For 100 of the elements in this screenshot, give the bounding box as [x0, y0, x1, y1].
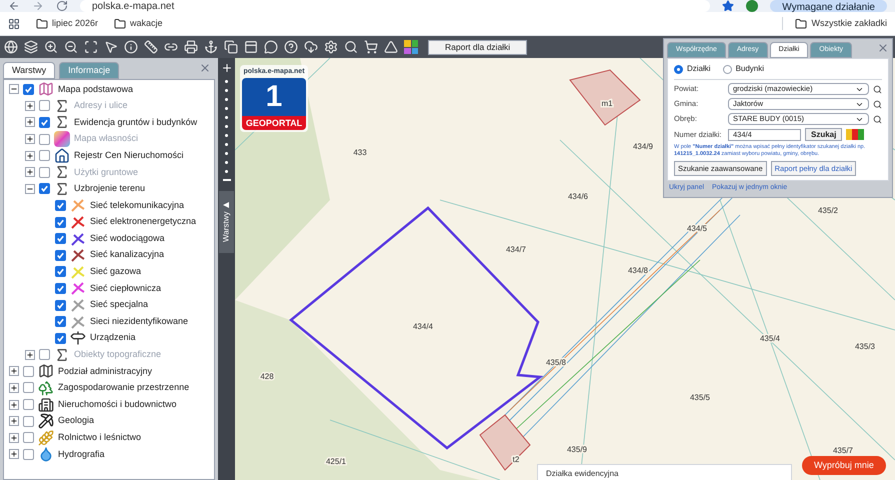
- radio-button[interactable]: [722, 64, 732, 74]
- collapse-toggle[interactable]: [25, 184, 35, 194]
- radio-label[interactable]: Budynki: [736, 63, 764, 75]
- search-icon[interactable]: [873, 114, 882, 124]
- layer-label[interactable]: Hydrografia: [58, 448, 105, 462]
- bookmark-link[interactable]: wakacje: [114, 16, 163, 30]
- layout-icon[interactable]: [244, 40, 258, 54]
- layer-label[interactable]: Sieć telekomunikacyjna: [90, 198, 184, 212]
- layer-label[interactable]: Podział administracyjny: [58, 364, 152, 378]
- layer-label[interactable]: Sieć gazowa: [90, 265, 142, 279]
- layer-checkbox[interactable]: [55, 200, 66, 211]
- expand-toggle[interactable]: [9, 416, 19, 426]
- full-extent-icon[interactable]: [84, 40, 98, 54]
- anchor-icon[interactable]: [204, 40, 218, 54]
- profile-avatar[interactable]: [746, 0, 758, 12]
- settings-icon[interactable]: [324, 40, 338, 54]
- cloud-download-icon[interactable]: [304, 40, 318, 54]
- expand-toggle[interactable]: [9, 366, 19, 376]
- action-button[interactable]: Wymagane działanie: [770, 0, 887, 12]
- color-swatch[interactable]: [858, 129, 864, 140]
- layer-label[interactable]: Rejestr Cen Nieruchomości: [74, 148, 184, 162]
- layer-label[interactable]: Sieć kanalizacyjna: [90, 248, 164, 262]
- ruler-icon[interactable]: [144, 40, 158, 54]
- layer-checkbox[interactable]: [39, 183, 50, 194]
- layer-label[interactable]: Geologia: [58, 414, 94, 428]
- expand-toggle[interactable]: [25, 117, 35, 128]
- layer-checkbox[interactable]: [23, 84, 34, 95]
- color-grid-icon[interactable]: [404, 40, 418, 54]
- layer-checkbox[interactable]: [55, 266, 66, 278]
- layer-checkbox[interactable]: [39, 150, 50, 162]
- speech-bubble-icon[interactable]: [264, 40, 278, 54]
- layer-checkbox[interactable]: [55, 300, 66, 311]
- expand-toggle[interactable]: [25, 150, 35, 161]
- copy-icon[interactable]: [224, 40, 238, 54]
- layer-checkbox[interactable]: [55, 316, 66, 328]
- layer-label[interactable]: Sieć elektronenergetyczna: [90, 215, 196, 229]
- close-icon[interactable]: [877, 42, 889, 54]
- expand-toggle[interactable]: [9, 382, 19, 393]
- layers-icon[interactable]: [24, 40, 38, 54]
- layer-checkbox[interactable]: [55, 282, 66, 294]
- layer-checkbox[interactable]: [39, 116, 50, 128]
- layer-checkbox[interactable]: [55, 332, 66, 344]
- layer-label[interactable]: Sieć ciepłownicza: [90, 282, 162, 296]
- color-swatch[interactable]: [852, 129, 858, 140]
- address-field[interactable]: polska.e-mapa.net: [80, 0, 710, 12]
- zoom-in-icon[interactable]: [44, 40, 58, 54]
- search-button[interactable]: Szukaj: [805, 128, 842, 141]
- report-button[interactable]: Raport dla działki: [428, 40, 528, 54]
- help-icon[interactable]: [284, 40, 298, 54]
- layer-checkbox[interactable]: [23, 382, 34, 394]
- layer-label[interactable]: Zagospodarowanie przestrzenne: [58, 381, 190, 395]
- pointer-icon[interactable]: [104, 40, 118, 54]
- panel-tab[interactable]: Warstwy: [3, 62, 56, 79]
- layer-label[interactable]: Uzbrojenie terenu: [74, 182, 146, 196]
- print-icon[interactable]: [184, 40, 198, 54]
- bookmark-link[interactable]: lipiec 2026r: [36, 16, 98, 30]
- layer-checkbox[interactable]: [23, 432, 34, 444]
- layer-checkbox[interactable]: [55, 250, 66, 261]
- layer-checkbox[interactable]: [23, 366, 34, 377]
- radio-button[interactable]: [674, 64, 683, 74]
- layer-checkbox[interactable]: [23, 416, 34, 427]
- layer-label[interactable]: Nieruchomości i budownictwo: [58, 398, 177, 412]
- globe-icon[interactable]: [4, 40, 18, 54]
- zoom-plus-icon[interactable]: [220, 62, 232, 74]
- apps-icon[interactable]: [8, 18, 20, 30]
- layer-label[interactable]: Sieci niezidentyfikowane: [90, 314, 188, 328]
- color-swatch[interactable]: [846, 129, 852, 140]
- reload-icon[interactable]: [56, 0, 68, 12]
- layer-label[interactable]: Rolnictwo i leśnictwo: [58, 431, 142, 445]
- all-bookmarks-link[interactable]: Wszystkie zakładki: [782, 16, 887, 30]
- layer-checkbox[interactable]: [23, 448, 34, 460]
- layer-label[interactable]: Sieć specjalna: [90, 298, 148, 312]
- layer-label[interactable]: Ewidencja gruntów i budynków: [74, 116, 198, 130]
- info-icon[interactable]: [124, 40, 138, 54]
- cart-icon[interactable]: [364, 40, 378, 54]
- radio-label[interactable]: Działki: [687, 63, 711, 75]
- layer-label[interactable]: Mapa podstawowa: [58, 82, 134, 96]
- parcel-number: 435/4: [760, 334, 780, 343]
- layer-checkbox[interactable]: [23, 399, 34, 410]
- layer-checkbox[interactable]: [55, 216, 66, 228]
- search-icon[interactable]: [344, 40, 358, 54]
- expand-toggle[interactable]: [9, 400, 19, 410]
- layer-label[interactable]: Sieć wodociągowa: [90, 232, 165, 246]
- triangle-icon[interactable]: [384, 40, 398, 54]
- side-tab[interactable]: Warstwy: [219, 191, 234, 253]
- star-icon[interactable]: [722, 0, 734, 12]
- try-button[interactable]: Wypróbuj mnie: [802, 456, 886, 475]
- collapse-toggle[interactable]: [9, 84, 19, 94]
- zoom-minus-icon[interactable]: [222, 179, 230, 181]
- plus-icon: [26, 135, 34, 144]
- search-icon[interactable]: [873, 84, 882, 94]
- expand-toggle[interactable]: [9, 449, 19, 460]
- expand-toggle[interactable]: [9, 432, 19, 443]
- back-icon[interactable]: [8, 0, 20, 12]
- layer-checkbox[interactable]: [55, 233, 66, 244]
- zoom-out-icon[interactable]: [64, 40, 78, 54]
- search-icon[interactable]: [873, 100, 882, 108]
- close-icon[interactable]: [199, 62, 211, 74]
- layer-label[interactable]: Urządzenia: [90, 331, 136, 345]
- plus-icon: [26, 118, 34, 126]
